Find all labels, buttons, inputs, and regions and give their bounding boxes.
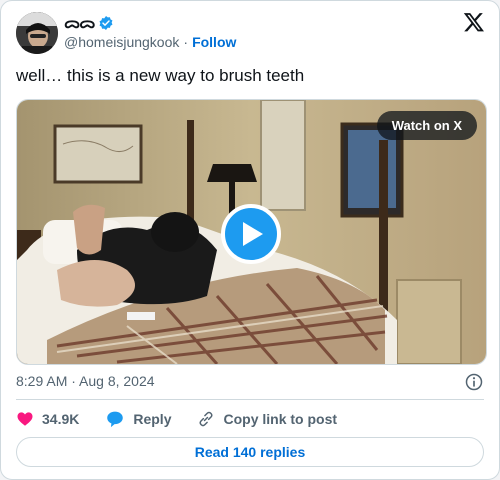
play-icon — [243, 222, 263, 246]
display-name[interactable]: ᯅᯅ — [64, 13, 95, 33]
reply-label: Reply — [133, 411, 172, 427]
verified-badge-icon — [99, 16, 113, 30]
handle-row: @homeisjungkook · Follow — [64, 34, 236, 50]
action-bar: 34.9K Reply Copy link to post — [16, 408, 363, 430]
tweet-text: well… this is a new way to brush teeth — [16, 66, 305, 85]
watch-on-x-button[interactable]: Watch on X — [376, 111, 477, 140]
play-button[interactable] — [221, 204, 281, 264]
author-name-row[interactable]: ᯅᯅ — [64, 13, 114, 33]
copy-link-label: Copy link to post — [223, 411, 338, 427]
avatar-image — [16, 12, 58, 54]
reply-button[interactable]: Reply — [105, 410, 171, 428]
reply-bubble-icon — [107, 411, 124, 428]
like-count: 34.9K — [42, 411, 80, 427]
divider — [16, 399, 484, 400]
video-media[interactable]: Watch on X — [16, 99, 487, 365]
separator-dot: · — [183, 34, 189, 50]
user-handle[interactable]: @homeisjungkook — [64, 34, 179, 50]
heart-icon — [17, 412, 33, 426]
tweet-embed-card: ᯅᯅ @homeisjungkook · Follow well… this i… — [0, 0, 500, 480]
info-icon[interactable] — [464, 372, 484, 392]
like-button[interactable]: 34.9K — [16, 410, 79, 428]
avatar[interactable] — [16, 12, 58, 54]
tweet-timestamp[interactable]: 8:29 AM · Aug 8, 2024 — [16, 373, 155, 389]
follow-link[interactable]: Follow — [192, 34, 236, 50]
copy-link-button[interactable]: Copy link to post — [197, 410, 337, 428]
link-icon — [199, 411, 214, 427]
read-replies-button[interactable]: Read 140 replies — [16, 437, 484, 467]
x-logo-icon[interactable] — [463, 11, 485, 33]
